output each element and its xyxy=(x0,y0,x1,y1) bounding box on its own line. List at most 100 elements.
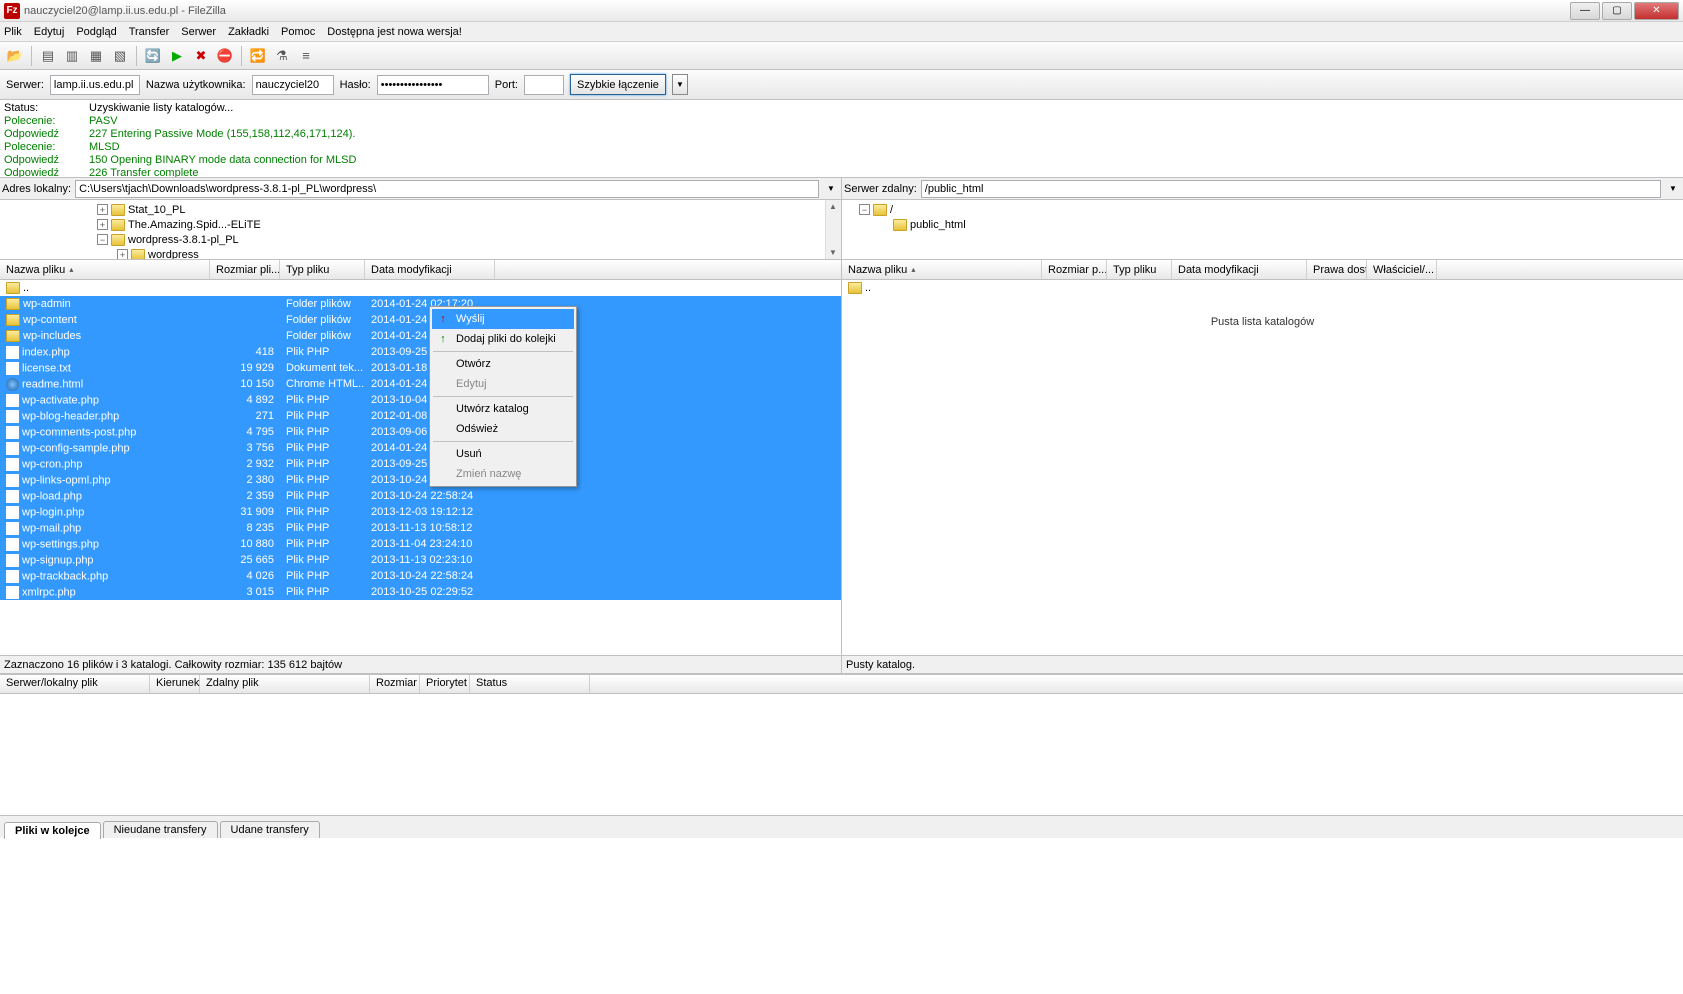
col-size[interactable]: Rozmiar p... xyxy=(1042,260,1107,279)
q-col-remote[interactable]: Zdalny plik xyxy=(200,675,370,693)
col-type[interactable]: Typ pliku xyxy=(1107,260,1172,279)
cm-refresh[interactable]: Odśwież xyxy=(432,419,574,439)
list-item[interactable]: license.txt19 929Dokument tek...2013-01-… xyxy=(0,360,841,376)
q-col-local[interactable]: Serwer/lokalny plik xyxy=(0,675,150,693)
log-panel: Status:Uzyskiwanie listy katalogów...Pol… xyxy=(0,100,1683,178)
col-date[interactable]: Data modyfikacji xyxy=(365,260,495,279)
remote-list[interactable]: .. Pusta lista katalogów xyxy=(842,280,1683,655)
cm-delete[interactable]: Usuń xyxy=(432,444,574,464)
minimize-button[interactable]: — xyxy=(1570,2,1600,20)
tb-tree2-icon[interactable]: ▦ xyxy=(85,45,107,67)
local-addr-dropdown[interactable]: ▼ xyxy=(823,184,839,193)
list-item[interactable]: wp-includesFolder plików2014-01-24 0 xyxy=(0,328,841,344)
user-input[interactable] xyxy=(252,75,334,95)
col-name[interactable]: Nazwa pliku xyxy=(0,260,210,279)
remote-tree[interactable]: −/public_html xyxy=(842,200,1683,260)
cm-open[interactable]: Otwórz xyxy=(432,354,574,374)
remote-addr-dropdown[interactable]: ▼ xyxy=(1665,184,1681,193)
tb-reconnect-icon[interactable]: 🔁 xyxy=(247,45,269,67)
tree-item[interactable]: −wordpress-3.8.1-pl_PL xyxy=(2,232,839,247)
col-name[interactable]: Nazwa pliku xyxy=(842,260,1042,279)
expand-icon[interactable]: + xyxy=(97,204,108,215)
list-item[interactable]: wp-settings.php10 880Plik PHP2013-11-04 … xyxy=(0,536,841,552)
list-item[interactable]: wp-blog-header.php271Plik PHP2012-01-08 … xyxy=(0,408,841,424)
expand-icon[interactable]: − xyxy=(859,204,870,215)
remote-addr-input[interactable] xyxy=(921,180,1661,198)
tb-disconnect-icon[interactable]: ⛔ xyxy=(214,45,236,67)
queue-body[interactable] xyxy=(0,694,1683,816)
tb-tree-icon[interactable]: ▥ xyxy=(61,45,83,67)
tb-process-icon[interactable]: ▶ xyxy=(166,45,188,67)
tb-filter-icon[interactable]: ⚗ xyxy=(271,45,293,67)
menu-serwer[interactable]: Serwer xyxy=(181,26,216,38)
tree-item[interactable]: +wordpress xyxy=(2,247,839,260)
tb-refresh-icon[interactable]: 🔄 xyxy=(142,45,164,67)
tb-sitemanager-icon[interactable]: 📂 xyxy=(4,45,26,67)
col-date[interactable]: Data modyfikacji xyxy=(1172,260,1307,279)
menu-plik[interactable]: Plik xyxy=(4,26,22,38)
list-item[interactable]: wp-cron.php2 932Plik PHP2013-09-25 0 xyxy=(0,456,841,472)
list-item[interactable]: wp-trackback.php4 026Plik PHP2013-10-24 … xyxy=(0,568,841,584)
cm-mkdir[interactable]: Utwórz katalog xyxy=(432,399,574,419)
add-queue-icon: ↑ xyxy=(435,331,451,347)
local-addr-input[interactable] xyxy=(75,180,819,198)
list-parent-row[interactable]: .. xyxy=(842,280,1683,296)
q-col-dir[interactable]: Kierunek xyxy=(150,675,200,693)
local-list[interactable]: ..wp-adminFolder plików2014-01-24 02:17:… xyxy=(0,280,841,655)
list-item[interactable]: wp-activate.php4 892Plik PHP2013-10-04 1 xyxy=(0,392,841,408)
tree-item[interactable]: −/ xyxy=(844,202,1681,217)
cm-queue[interactable]: ↑Dodaj pliki do kolejki xyxy=(432,329,574,349)
col-perm[interactable]: Prawa dost... xyxy=(1307,260,1367,279)
expand-icon[interactable]: + xyxy=(117,249,128,260)
menu-news[interactable]: Dostępna jest nowa wersja! xyxy=(327,26,462,38)
list-item[interactable]: wp-adminFolder plików2014-01-24 02:17:20 xyxy=(0,296,841,312)
expand-icon[interactable]: + xyxy=(97,219,108,230)
list-item[interactable]: wp-mail.php8 235Plik PHP2013-11-13 10:58… xyxy=(0,520,841,536)
local-tree[interactable]: +Stat_10_PL+The.Amazing.Spid...-ELiTE−wo… xyxy=(0,200,841,260)
scrollbar-icon[interactable] xyxy=(825,200,841,259)
tree-item[interactable]: +The.Amazing.Spid...-ELiTE xyxy=(2,217,839,232)
menu-podglad[interactable]: Podgląd xyxy=(76,26,116,38)
menu-zakladki[interactable]: Zakładki xyxy=(228,26,269,38)
q-col-status[interactable]: Status xyxy=(470,675,590,693)
tree-item[interactable]: public_html xyxy=(844,217,1681,232)
quickconnect-button[interactable]: Szybkie łączenie xyxy=(570,74,666,95)
tb-log-icon[interactable]: ▤ xyxy=(37,45,59,67)
list-item[interactable]: readme.html10 150Chrome HTML...2014-01-2… xyxy=(0,376,841,392)
list-parent-row[interactable]: .. xyxy=(0,280,841,296)
menu-transfer[interactable]: Transfer xyxy=(129,26,170,38)
maximize-button[interactable]: ▢ xyxy=(1602,2,1632,20)
port-input[interactable] xyxy=(524,75,564,95)
close-button[interactable]: ✕ xyxy=(1634,2,1679,20)
tab-failed[interactable]: Nieudane transfery xyxy=(103,821,218,838)
server-input[interactable] xyxy=(50,75,140,95)
col-size[interactable]: Rozmiar pli... xyxy=(210,260,280,279)
list-item[interactable]: wp-signup.php25 665Plik PHP2013-11-13 02… xyxy=(0,552,841,568)
list-item[interactable]: wp-comments-post.php4 795Plik PHP2013-09… xyxy=(0,424,841,440)
expand-icon[interactable]: − xyxy=(97,234,108,245)
tb-cancel-icon[interactable]: ✖ xyxy=(190,45,212,67)
col-type[interactable]: Typ pliku xyxy=(280,260,365,279)
pass-input[interactable] xyxy=(377,75,489,95)
file-icon xyxy=(6,458,19,471)
cm-edit: Edytuj xyxy=(432,374,574,394)
list-item[interactable]: xmlrpc.php3 015Plik PHP2013-10-25 02:29:… xyxy=(0,584,841,600)
tab-ok[interactable]: Udane transfery xyxy=(220,821,320,838)
cm-send[interactable]: ↑Wyślij xyxy=(432,309,574,329)
col-own[interactable]: Właściciel/... xyxy=(1367,260,1437,279)
tree-item[interactable]: +Stat_10_PL xyxy=(2,202,839,217)
quickconnect-dropdown[interactable]: ▼ xyxy=(672,74,688,95)
list-item[interactable]: wp-login.php31 909Plik PHP2013-12-03 19:… xyxy=(0,504,841,520)
menu-pomoc[interactable]: Pomoc xyxy=(281,26,315,38)
list-item[interactable]: wp-load.php2 359Plik PHP2013-10-24 22:58… xyxy=(0,488,841,504)
tb-queue-icon[interactable]: ▧ xyxy=(109,45,131,67)
list-item[interactable]: wp-config-sample.php3 756Plik PHP2014-01… xyxy=(0,440,841,456)
menu-edytuj[interactable]: Edytuj xyxy=(34,26,65,38)
tab-queued[interactable]: Pliki w kolejce xyxy=(4,822,101,839)
q-col-prio[interactable]: Priorytet xyxy=(420,675,470,693)
list-item[interactable]: index.php418Plik PHP2013-09-25 0 xyxy=(0,344,841,360)
list-item[interactable]: wp-contentFolder plików2014-01-24 0 xyxy=(0,312,841,328)
tb-compare-icon[interactable]: ≡ xyxy=(295,45,317,67)
list-item[interactable]: wp-links-opml.php2 380Plik PHP2013-10-24… xyxy=(0,472,841,488)
q-col-size[interactable]: Rozmiar xyxy=(370,675,420,693)
